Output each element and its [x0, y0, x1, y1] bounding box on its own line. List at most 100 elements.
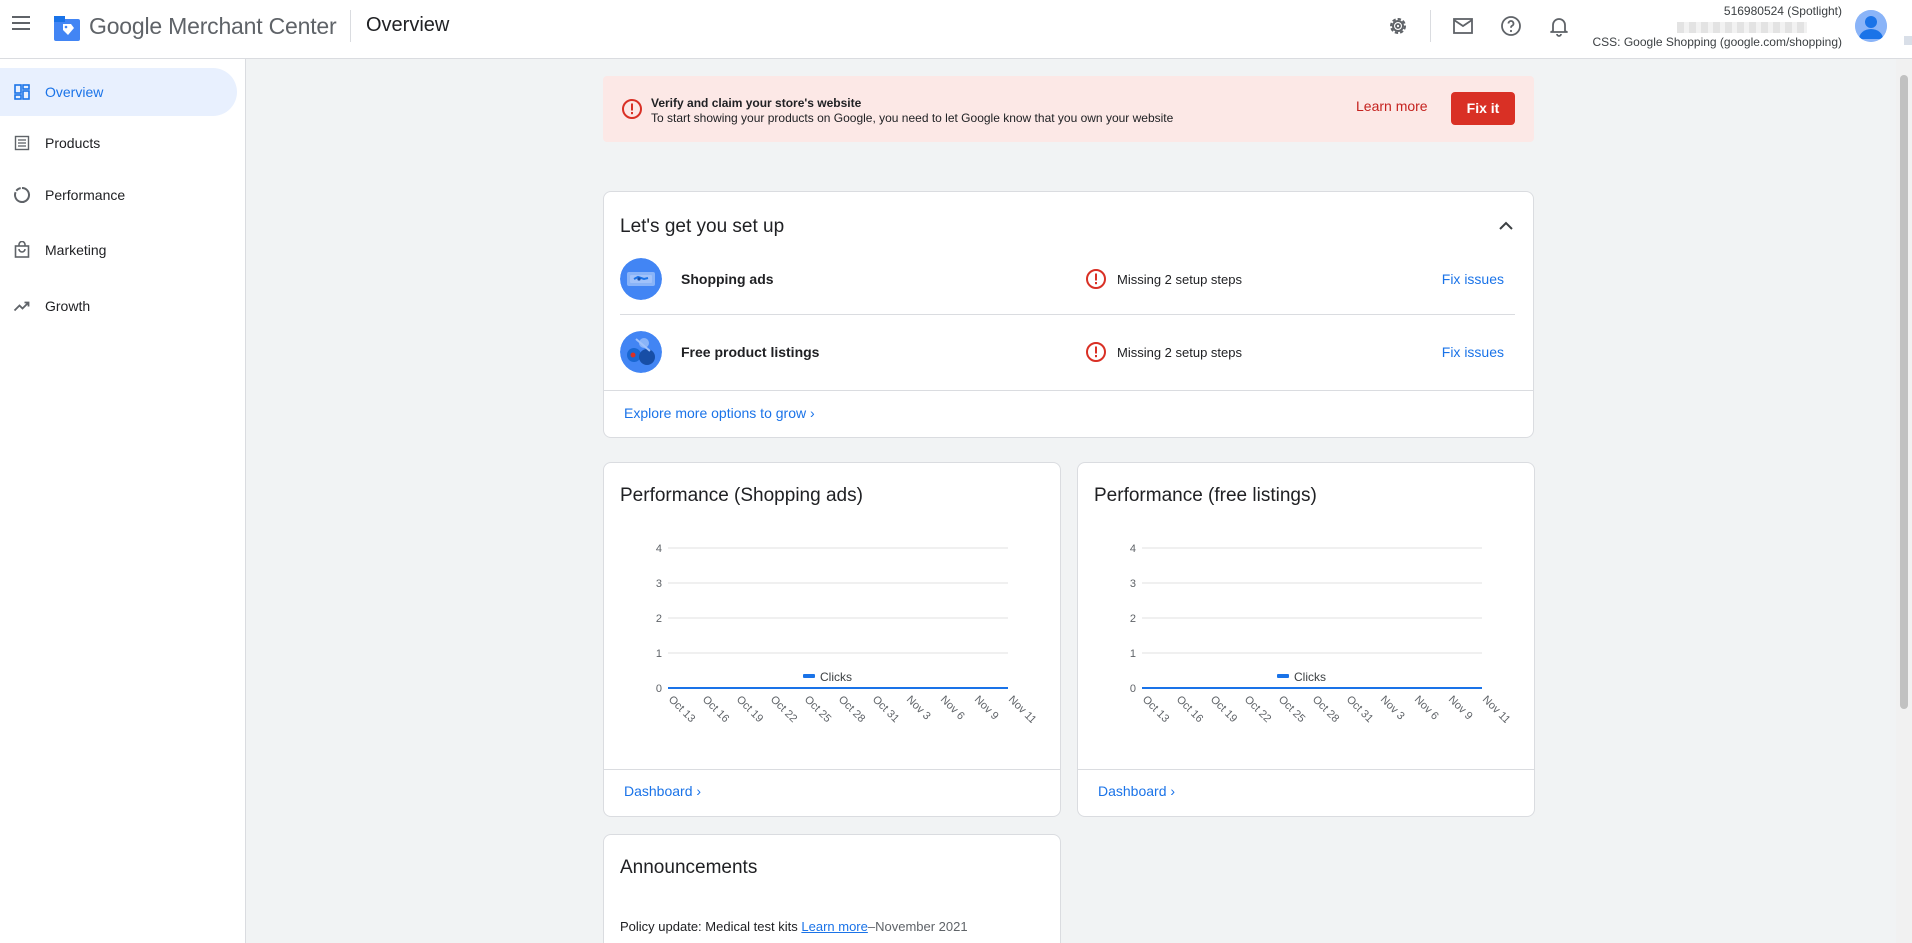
divider [350, 10, 351, 42]
x-tick-label: Nov 3 [904, 694, 933, 723]
sidebar-item-overview[interactable]: Overview [0, 68, 237, 116]
setup-row-status: Missing 2 setup steps [1117, 345, 1243, 360]
x-tick-label: Oct 19 [734, 694, 765, 723]
banner-message: To start showing your products on Google… [651, 111, 1174, 125]
y-tick-label: 3 [656, 578, 662, 590]
sidebar-item-growth[interactable]: Growth [0, 282, 237, 330]
legend-swatch [1277, 674, 1289, 678]
divider [604, 769, 1060, 770]
y-tick-label: 3 [1130, 578, 1136, 590]
x-tick-label: Oct 22 [768, 694, 799, 723]
sidebar-item-products[interactable]: Products [0, 119, 237, 167]
sidebar-item-marketing[interactable]: Marketing [0, 226, 237, 274]
menu-icon[interactable] [9, 12, 33, 36]
announcements-title: Announcements [620, 857, 758, 878]
settings-icon[interactable] [1386, 14, 1410, 38]
x-tick-label: Oct 16 [1174, 694, 1205, 723]
y-tick-label: 4 [1130, 543, 1136, 555]
sidebar: Overview Products Performance Marketing … [0, 59, 246, 943]
legend-label: Clicks [1294, 670, 1326, 684]
fix-it-button[interactable]: Fix it [1451, 92, 1515, 125]
x-tick-label: Nov 6 [938, 694, 967, 723]
chevron-right-icon: › [809, 405, 815, 421]
explore-more-label: Explore more options to grow [624, 405, 807, 421]
x-tick-label: Oct 25 [802, 694, 833, 723]
trending-up-icon [10, 294, 34, 318]
donut-icon [10, 183, 34, 207]
x-tick-label: Oct 22 [1242, 694, 1273, 723]
y-tick-label: 4 [656, 543, 662, 555]
explore-more-link[interactable]: Explore more options to grow › [624, 405, 815, 421]
performance-card-free-listings: Performance (free listings) 0 1 2 3 4 Oct 13 O… [1077, 462, 1535, 817]
y-tick-label: 2 [1130, 613, 1136, 625]
scroll-indicator [1904, 36, 1912, 45]
avatar[interactable] [1855, 10, 1887, 42]
setup-card: Let's get you set up Shopping ads Missin… [603, 191, 1534, 438]
sidebar-item-label: Growth [45, 298, 91, 314]
x-tick-label: Nov 9 [972, 694, 1001, 723]
performance-card-shopping-ads: Performance (Shopping ads) 0 1 2 3 4 Oct 13 Oc… [603, 462, 1061, 817]
bag-icon [10, 238, 34, 262]
y-tick-label: 2 [656, 613, 662, 625]
x-tick-label: Oct 13 [666, 694, 697, 723]
performance-chart: 0 1 2 3 4 Oct 13 Oct 16 Oct 19 Oct 22 Oct 25 Oct 2… [1130, 543, 1513, 723]
notifications-icon[interactable] [1547, 14, 1571, 38]
announcement-date: November 2021 [875, 919, 968, 934]
sidebar-item-performance[interactable]: Performance [0, 171, 237, 219]
performance-card-title: Performance (Shopping ads) [620, 485, 863, 506]
error-icon [1086, 342, 1106, 362]
list-icon [10, 131, 34, 155]
fix-issues-link[interactable]: Fix issues [1442, 344, 1504, 360]
sidebar-item-label: Products [45, 135, 101, 151]
mail-icon[interactable] [1451, 14, 1475, 38]
announcement-learn-more-link[interactable]: Learn more [801, 919, 867, 934]
verify-website-banner: Verify and claim your store's website To… [603, 76, 1534, 142]
announcement-separator: – [867, 919, 876, 934]
page-scrollbar[interactable] [1896, 59, 1912, 943]
x-tick-label: Oct 16 [700, 694, 731, 723]
x-tick-label: Oct 25 [1276, 694, 1307, 723]
y-tick-label: 1 [1130, 648, 1136, 660]
fix-issues-link[interactable]: Fix issues [1442, 271, 1504, 287]
free-listings-illustration [620, 331, 662, 373]
announcement-text: Policy update: Medical test kits [620, 919, 798, 934]
chevron-right-icon: › [696, 783, 702, 799]
redacted-account-name [1677, 22, 1807, 33]
chevron-right-icon: › [1170, 783, 1176, 799]
sidebar-item-label: Performance [45, 187, 126, 203]
x-tick-label: Oct 13 [1140, 694, 1171, 723]
announcements-card: Announcements Policy update: Medical tes… [603, 834, 1061, 943]
divider [1430, 10, 1431, 42]
dashboard-label: Dashboard [1098, 783, 1167, 799]
x-tick-label: Nov 6 [1412, 694, 1441, 723]
shopping-ads-illustration [620, 258, 662, 300]
setup-row-status: Missing 2 setup steps [1117, 272, 1243, 287]
chevron-up-icon[interactable] [1495, 215, 1517, 237]
dashboard-label: Dashboard [624, 783, 693, 799]
page-title: Overview [366, 14, 450, 36]
banner-title: Verify and claim your store's website [651, 96, 862, 110]
account-id: 516980524 (Spotlight) [1723, 4, 1842, 18]
error-icon [1086, 269, 1106, 289]
dashboard-link[interactable]: Dashboard › [1098, 783, 1175, 799]
x-tick-label: Nov 3 [1378, 694, 1407, 723]
x-tick-label: Oct 31 [870, 694, 901, 723]
y-tick-label: 1 [656, 648, 662, 660]
learn-more-button[interactable]: Learn more [1356, 98, 1428, 114]
x-tick-label: Nov 11 [1006, 694, 1039, 723]
help-icon[interactable] [1499, 14, 1523, 38]
error-icon [622, 99, 642, 119]
announcement-item: Policy update: Medical test kits Learn m… [620, 919, 968, 934]
x-tick-label: Oct 28 [836, 694, 867, 723]
dashboard-link[interactable]: Dashboard › [624, 783, 701, 799]
scrollbar-thumb[interactable] [1900, 75, 1908, 709]
setup-row-name: Shopping ads [681, 271, 774, 287]
setup-row-shopping-ads: Shopping ads Missing 2 setup steps Fix i… [620, 242, 1515, 314]
legend-swatch [803, 674, 815, 678]
performance-chart: 0 1 2 3 4 Oct 13 Oct 16 Oct 19 Oct 22 Oct 25 Oct 2… [656, 543, 1039, 723]
x-tick-label: Nov 9 [1446, 694, 1475, 723]
sidebar-item-label: Marketing [45, 242, 107, 258]
setup-row-free-listings: Free product listings Missing 2 setup st… [620, 315, 1515, 387]
account-css: CSS: Google Shopping (google.com/shoppin… [1592, 35, 1843, 49]
x-tick-label: Nov 11 [1480, 694, 1513, 723]
